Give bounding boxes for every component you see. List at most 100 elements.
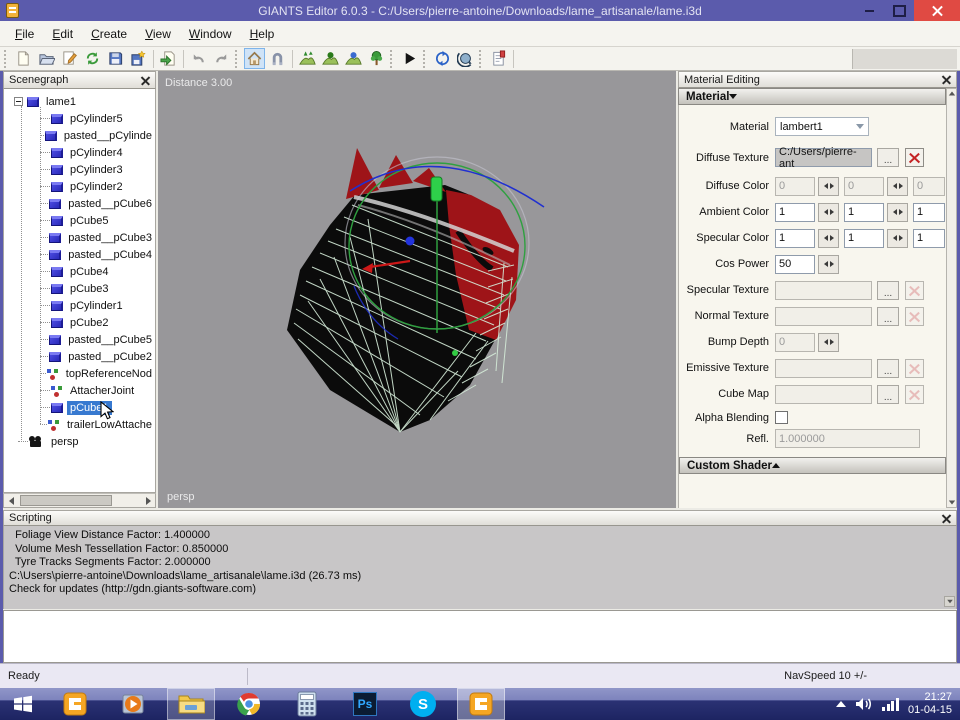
taskbar-photoshop[interactable]: Ps — [345, 688, 385, 720]
terrain-sculpt-button[interactable] — [297, 48, 318, 69]
move-home-button[interactable] — [244, 48, 265, 69]
terrain-smooth-button[interactable] — [320, 48, 341, 69]
emissive-texture-field[interactable] — [775, 358, 872, 378]
taskbar-giants-editor-active[interactable] — [457, 688, 505, 720]
terrain-paint-button[interactable] — [343, 48, 364, 69]
emissive-texture-browse-button[interactable]: ... — [877, 358, 899, 378]
volume-icon[interactable] — [855, 696, 873, 712]
spinner-icon[interactable] — [887, 228, 908, 248]
menu-create[interactable]: Create — [82, 24, 136, 44]
alpha-blending-checkbox[interactable] — [775, 411, 788, 424]
maximize-button[interactable] — [884, 0, 914, 21]
diffuse-texture-field[interactable]: C:/Users/pierre-ant — [775, 146, 872, 170]
menu-file[interactable]: File — [6, 24, 43, 44]
save-button[interactable] — [105, 48, 126, 69]
play-button[interactable] — [399, 48, 420, 69]
menu-view[interactable]: View — [136, 24, 180, 44]
refl-field[interactable]: 1.000000 — [775, 429, 920, 448]
tree-node[interactable]: pCylinder5 — [4, 110, 155, 127]
normal-texture-field[interactable] — [775, 306, 872, 326]
ambient-color-r-field[interactable]: 1 — [775, 202, 815, 222]
tree-node[interactable]: pCylinder4 — [4, 144, 155, 161]
ambient-color-g-field[interactable]: 1 — [844, 202, 884, 222]
specular-color-g-field[interactable]: 1 — [844, 228, 884, 248]
material-panel-close-icon[interactable] — [942, 75, 951, 84]
spinner-icon[interactable] — [818, 228, 839, 248]
scroll-down-icon[interactable] — [944, 596, 955, 607]
tree-node[interactable]: pasted__pCube2 — [4, 348, 155, 365]
spinner-icon[interactable] — [887, 176, 908, 196]
tree-node[interactable]: topReferenceNod — [4, 365, 155, 382]
normal-texture-browse-button[interactable]: ... — [877, 306, 899, 326]
new-file-button[interactable] — [13, 48, 34, 69]
spinner-icon[interactable] — [818, 254, 839, 274]
specular-texture-field[interactable] — [775, 280, 872, 300]
taskbar-giants-editor[interactable] — [55, 688, 95, 720]
undo-button[interactable] — [188, 48, 209, 69]
scripting-log[interactable]: Foliage View Distance Factor: 1.400000 V… — [3, 526, 957, 609]
tree-node[interactable]: pCylinder3 — [4, 161, 155, 178]
tree-node[interactable]: pasted__pCylinde — [4, 127, 155, 144]
material-select[interactable]: lambert1 — [775, 117, 869, 136]
tree-node-persp[interactable]: persp — [4, 433, 155, 450]
collapse-section-icon[interactable] — [729, 94, 738, 99]
expand-section-icon[interactable] — [772, 463, 780, 468]
menu-edit[interactable]: Edit — [43, 24, 82, 44]
cos-power-field[interactable]: 50 — [775, 254, 815, 274]
taskbar-clock[interactable]: 21:27 01-04-15 — [908, 691, 952, 717]
taskbar-chrome[interactable] — [229, 688, 269, 720]
viewport-3d[interactable]: Distance 3.00 persp — [158, 71, 676, 508]
scrollbar-thumb[interactable] — [20, 495, 112, 506]
tree-node-selected[interactable]: pCube1 — [4, 399, 155, 416]
import-button[interactable] — [158, 48, 179, 69]
specular-color-b-field[interactable]: 1 — [913, 228, 945, 248]
visualization-button[interactable] — [455, 48, 476, 69]
export-button[interactable] — [128, 48, 149, 69]
cube-map-field[interactable] — [775, 384, 872, 404]
edit-script-button[interactable] — [59, 48, 80, 69]
scroll-up-icon[interactable] — [948, 91, 955, 96]
tree-node[interactable]: pCylinder1 — [4, 297, 155, 314]
material-section-header[interactable]: Material — [678, 88, 946, 105]
show-hidden-icons-icon[interactable] — [836, 701, 847, 707]
tree-node-lame1[interactable]: lame1 — [4, 93, 155, 110]
tree-node[interactable]: pasted__pCube4 — [4, 246, 155, 263]
taskbar-calculator[interactable] — [287, 688, 327, 720]
taskbar-skype[interactable]: S — [403, 688, 443, 720]
custom-shader-section-header[interactable]: Custom Shader — [679, 457, 946, 474]
minimize-button[interactable] — [854, 0, 884, 21]
diffuse-color-b-field[interactable]: 0 — [913, 176, 945, 196]
scenegraph-close-icon[interactable] — [141, 76, 150, 85]
menu-window[interactable]: Window — [180, 24, 241, 44]
collapse-icon[interactable] — [14, 97, 23, 106]
redo-button[interactable] — [211, 48, 232, 69]
scenegraph-hscrollbar[interactable] — [3, 493, 156, 508]
reload-button[interactable] — [82, 48, 103, 69]
spinner-icon[interactable] — [887, 202, 908, 222]
tree-node[interactable]: AttacherJoint — [4, 382, 155, 399]
show-log-button[interactable] — [488, 48, 509, 69]
spinner-icon[interactable] — [818, 202, 839, 222]
scroll-left-icon[interactable] — [4, 494, 18, 507]
spinner-icon[interactable] — [818, 176, 839, 196]
diffuse-color-g-field[interactable]: 0 — [844, 176, 884, 196]
material-vscrollbar[interactable] — [946, 88, 957, 508]
tree-node[interactable]: pCube4 — [4, 263, 155, 280]
tree-node[interactable]: pasted__pCube3 — [4, 229, 155, 246]
taskbar-media-player[interactable] — [113, 688, 153, 720]
ambient-color-b-field[interactable]: 1 — [913, 202, 945, 222]
scroll-down-icon[interactable] — [948, 500, 955, 505]
bump-depth-field[interactable]: 0 — [775, 332, 815, 352]
tree-node[interactable]: pasted__pCube5 — [4, 331, 155, 348]
spinner-icon[interactable] — [818, 332, 839, 352]
close-button[interactable] — [914, 0, 960, 21]
diffuse-texture-delete-button[interactable] — [905, 148, 924, 167]
model-lame-3d[interactable] — [158, 71, 676, 508]
scroll-right-icon[interactable] — [141, 494, 155, 507]
start-button[interactable] — [0, 688, 46, 720]
reload-shaders-button[interactable] — [432, 48, 453, 69]
specular-texture-browse-button[interactable]: ... — [877, 280, 899, 300]
diffuse-color-r-field[interactable]: 0 — [775, 176, 815, 196]
tree-node[interactable]: pasted__pCube6 — [4, 195, 155, 212]
script-input-area[interactable] — [3, 610, 957, 663]
